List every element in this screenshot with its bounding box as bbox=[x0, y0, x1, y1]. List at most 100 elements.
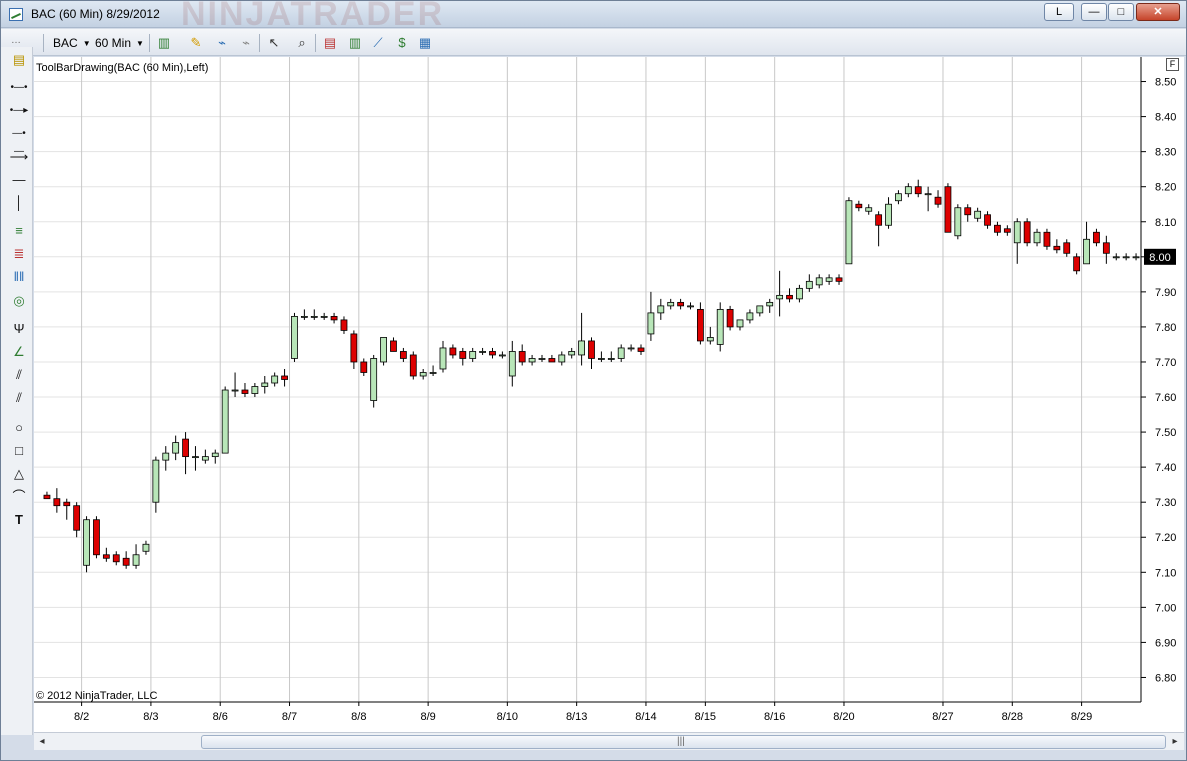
candle[interactable] bbox=[1122, 256, 1130, 259]
candle[interactable] bbox=[281, 375, 288, 380]
candle[interactable] bbox=[122, 557, 130, 566]
time-cycles-icon[interactable]: ‖‖ bbox=[9, 268, 29, 286]
candle[interactable] bbox=[291, 316, 298, 359]
candle[interactable] bbox=[706, 337, 714, 342]
candle[interactable] bbox=[142, 543, 150, 552]
rectangle-icon[interactable]: □ bbox=[9, 442, 29, 460]
candle[interactable] bbox=[73, 505, 81, 531]
candle[interactable] bbox=[677, 301, 685, 307]
candle[interactable] bbox=[578, 340, 585, 356]
candle[interactable] bbox=[211, 452, 219, 458]
text-icon[interactable]: T bbox=[9, 511, 29, 529]
vertical-line-icon[interactable]: │ bbox=[9, 194, 29, 212]
candle[interactable] bbox=[459, 351, 467, 359]
arrow-line-icon[interactable]: ⟶ bbox=[9, 148, 29, 166]
candle[interactable] bbox=[1043, 231, 1051, 247]
ellipse-icon[interactable]: ○ bbox=[9, 419, 29, 437]
f-button[interactable]: F bbox=[1166, 58, 1179, 71]
candle[interactable] bbox=[419, 372, 427, 377]
zoom-icon[interactable]: ⌕ bbox=[293, 34, 311, 52]
candle[interactable] bbox=[1112, 256, 1120, 259]
candle[interactable] bbox=[162, 452, 170, 461]
fibonacci-extension-icon[interactable]: ≣ bbox=[9, 245, 29, 263]
add-indicator-icon[interactable]: ⌁ bbox=[213, 34, 231, 52]
candle[interactable] bbox=[360, 361, 368, 373]
candle[interactable] bbox=[1132, 256, 1140, 259]
candle[interactable] bbox=[380, 337, 387, 363]
candle[interactable] bbox=[598, 358, 605, 360]
candle[interactable] bbox=[241, 389, 249, 394]
candle[interactable] bbox=[538, 358, 546, 360]
scroll-right-arrow[interactable]: ▸ bbox=[1168, 735, 1182, 749]
chart-panel[interactable]: 8.50 8.40 8.30 8.20 8.10 8.00 7.90 7.80 7.70 7.60… bbox=[34, 57, 1184, 733]
candle[interactable] bbox=[390, 340, 397, 352]
candle[interactable] bbox=[201, 456, 209, 461]
candle[interactable] bbox=[984, 214, 991, 226]
candle[interactable] bbox=[617, 347, 625, 359]
price-chart[interactable]: 8.50 8.40 8.30 8.20 8.10 8.00 7.90 7.80 7.70 7.60… bbox=[34, 57, 1184, 733]
fibonacci-circle-icon[interactable]: ◎ bbox=[9, 292, 29, 310]
candle[interactable] bbox=[796, 287, 803, 300]
candle[interactable] bbox=[904, 186, 912, 195]
horizontal-line-icon[interactable]: — bbox=[9, 171, 29, 189]
candle[interactable] bbox=[786, 294, 793, 300]
candle[interactable] bbox=[172, 442, 180, 454]
candle[interactable] bbox=[399, 351, 407, 359]
candle[interactable] bbox=[1083, 238, 1090, 265]
candle[interactable] bbox=[716, 308, 724, 345]
candle[interactable] bbox=[330, 316, 338, 321]
candle[interactable] bbox=[1073, 256, 1081, 272]
title-bar[interactable]: BAC (60 Min) 8/29/2012 NINJATRADER L — □… bbox=[1, 0, 1186, 33]
pencil-draw-icon[interactable]: ✎ bbox=[187, 34, 205, 52]
bar-chart-icon[interactable]: ▤ bbox=[321, 34, 339, 52]
candle[interactable] bbox=[320, 316, 328, 318]
candle[interactable] bbox=[736, 319, 744, 328]
ray-icon[interactable]: •—▸ bbox=[9, 102, 29, 120]
chart-style-icon[interactable]: ▥ bbox=[155, 34, 173, 52]
candle[interactable] bbox=[697, 308, 704, 342]
candle[interactable] bbox=[1023, 221, 1031, 244]
candle[interactable] bbox=[667, 301, 675, 307]
candle[interactable] bbox=[439, 347, 447, 370]
candle[interactable] bbox=[53, 498, 61, 507]
candle[interactable] bbox=[350, 333, 358, 363]
candle[interactable] bbox=[479, 351, 486, 353]
cursor-icon[interactable]: ↖ bbox=[265, 34, 283, 52]
candle[interactable] bbox=[776, 294, 784, 300]
candle[interactable] bbox=[845, 200, 853, 265]
candle[interactable] bbox=[637, 347, 645, 352]
candle[interactable] bbox=[1102, 242, 1110, 254]
candle[interactable] bbox=[964, 207, 972, 216]
candle[interactable] bbox=[875, 214, 883, 226]
candle[interactable] bbox=[994, 224, 1001, 233]
candle[interactable] bbox=[627, 347, 635, 350]
candle[interactable] bbox=[221, 389, 229, 454]
candle[interactable] bbox=[924, 193, 932, 196]
regression-channel-icon[interactable]: ⫽ bbox=[9, 366, 29, 384]
candle[interactable] bbox=[192, 456, 199, 459]
scroll-thumb[interactable]: ||| bbox=[201, 735, 1166, 749]
toolbar-grip[interactable]: … bbox=[11, 35, 22, 46]
candlestick-icon[interactable]: ▥ bbox=[346, 34, 364, 52]
candle[interactable] bbox=[152, 459, 160, 503]
line-chart-icon[interactable]: ⟋ bbox=[369, 34, 387, 52]
candle[interactable] bbox=[231, 389, 239, 392]
candle[interactable] bbox=[944, 186, 952, 233]
candle[interactable] bbox=[855, 203, 863, 209]
candle[interactable] bbox=[1063, 242, 1071, 254]
candle[interactable] bbox=[974, 210, 982, 219]
candle[interactable] bbox=[261, 382, 269, 387]
candle[interactable] bbox=[805, 280, 813, 289]
add-strategy-icon[interactable]: ⌁ bbox=[237, 34, 255, 52]
candle[interactable] bbox=[102, 554, 110, 559]
candle[interactable] bbox=[558, 354, 566, 363]
candle[interactable] bbox=[449, 347, 457, 356]
candle[interactable] bbox=[934, 196, 942, 205]
candle[interactable] bbox=[83, 519, 90, 566]
candle[interactable] bbox=[112, 554, 120, 563]
candle[interactable] bbox=[726, 308, 734, 328]
candle[interactable] bbox=[548, 358, 556, 363]
candle[interactable] bbox=[766, 301, 774, 307]
horizontal-scrollbar[interactable]: ◂ ||| ▸ bbox=[34, 732, 1184, 750]
dollar-icon[interactable]: $ bbox=[393, 34, 411, 52]
